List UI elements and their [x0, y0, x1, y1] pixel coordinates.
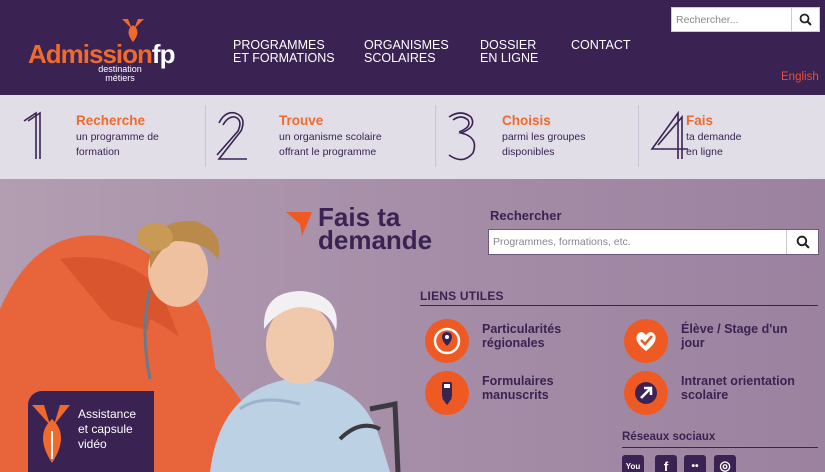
step-number-1: [23, 111, 41, 159]
assistance-video-button[interactable]: Assistance et capsule vidéo: [28, 391, 154, 472]
header-search-button[interactable]: [791, 8, 819, 31]
hero-banner: Fais tademande Rechercher LIENS UTILES P…: [0, 179, 825, 472]
leaf-logo-icon: [32, 405, 70, 463]
heart-check-icon: [624, 319, 668, 363]
hero-search-button[interactable]: [786, 230, 818, 254]
step-number-4: [650, 111, 688, 159]
step-description: un organisme scolaire offrant le programm…: [279, 131, 382, 158]
header-search: [671, 7, 820, 32]
step-choisis[interactable]: Choisis parmi les groupes disponibles: [435, 95, 638, 179]
facebook-icon[interactable]: f: [655, 455, 677, 472]
link-formulaires-manuscrits[interactable]: Formulaires manuscrits: [425, 371, 615, 415]
link-eleve-stage-un-jour[interactable]: Élève / Stage d'un jour: [624, 319, 819, 363]
site-header: Admissionfp destination métiers PROGRAMME…: [0, 0, 825, 95]
link-intranet-orientation-scolaire[interactable]: Intranet orientation scolaire: [624, 371, 819, 415]
nav-dossier-en-ligne[interactable]: DOSSIER EN LIGNE: [480, 39, 538, 65]
cta-title: Fais ta demande: [318, 202, 433, 255]
search-icon: [796, 235, 810, 249]
language-switch-link[interactable]: English: [781, 71, 819, 83]
hero-search: [488, 229, 819, 255]
step-title: Trouve: [279, 113, 324, 128]
step-number-2: [216, 111, 247, 160]
pen-icon: [425, 371, 469, 415]
logo-tagline: destination métiers: [98, 64, 142, 83]
divider: [420, 305, 818, 306]
nav-programmes-formations[interactable]: PROGRAMMES ET FORMATIONS: [233, 39, 335, 65]
hero-search-input[interactable]: [489, 230, 785, 254]
step-description: un programme de formation: [76, 131, 159, 158]
orange-arrow-icon: [286, 212, 312, 236]
link-particularites-regionales[interactable]: Particularités régionales: [425, 319, 615, 363]
step-title: Choisis: [502, 113, 551, 128]
step-recherche[interactable]: Recherche un programme de formation: [0, 95, 205, 179]
instagram-icon[interactable]: ◎: [714, 455, 736, 472]
step-fais[interactable]: Fais ta demande en ligne: [638, 95, 825, 179]
liens-utiles-heading: LIENS UTILES: [420, 289, 504, 303]
location-pin-icon: [425, 319, 469, 363]
step-description: ta demande en ligne: [686, 131, 742, 158]
flickr-icon[interactable]: ••: [684, 455, 706, 472]
youtube-icon[interactable]: You: [622, 455, 644, 472]
search-icon: [799, 13, 812, 26]
nav-contact[interactable]: CONTACT: [571, 39, 631, 52]
step-number-3: [448, 112, 476, 161]
admissionfp-logo[interactable]: Admissionfp destination métiers: [28, 17, 178, 87]
step-title: Fais: [686, 113, 714, 128]
social-networks-heading: Réseaux sociaux: [622, 431, 716, 443]
assistance-label: Assistance et capsule vidéo: [78, 407, 137, 451]
step-trouve[interactable]: Trouve un organisme scolaire offrant le p…: [205, 95, 435, 179]
hero-search-label: Rechercher: [490, 208, 562, 223]
arrow-icon: [624, 371, 668, 415]
steps-bar: Recherche un programme de formation Trouv…: [0, 95, 825, 179]
divider: [622, 447, 818, 448]
header-search-input[interactable]: [672, 8, 790, 31]
nav-organismes-scolaires[interactable]: ORGANISMES SCOLAIRES: [364, 39, 449, 65]
step-title: Recherche: [76, 113, 146, 128]
step-description: parmi les groupes disponibles: [502, 131, 586, 158]
